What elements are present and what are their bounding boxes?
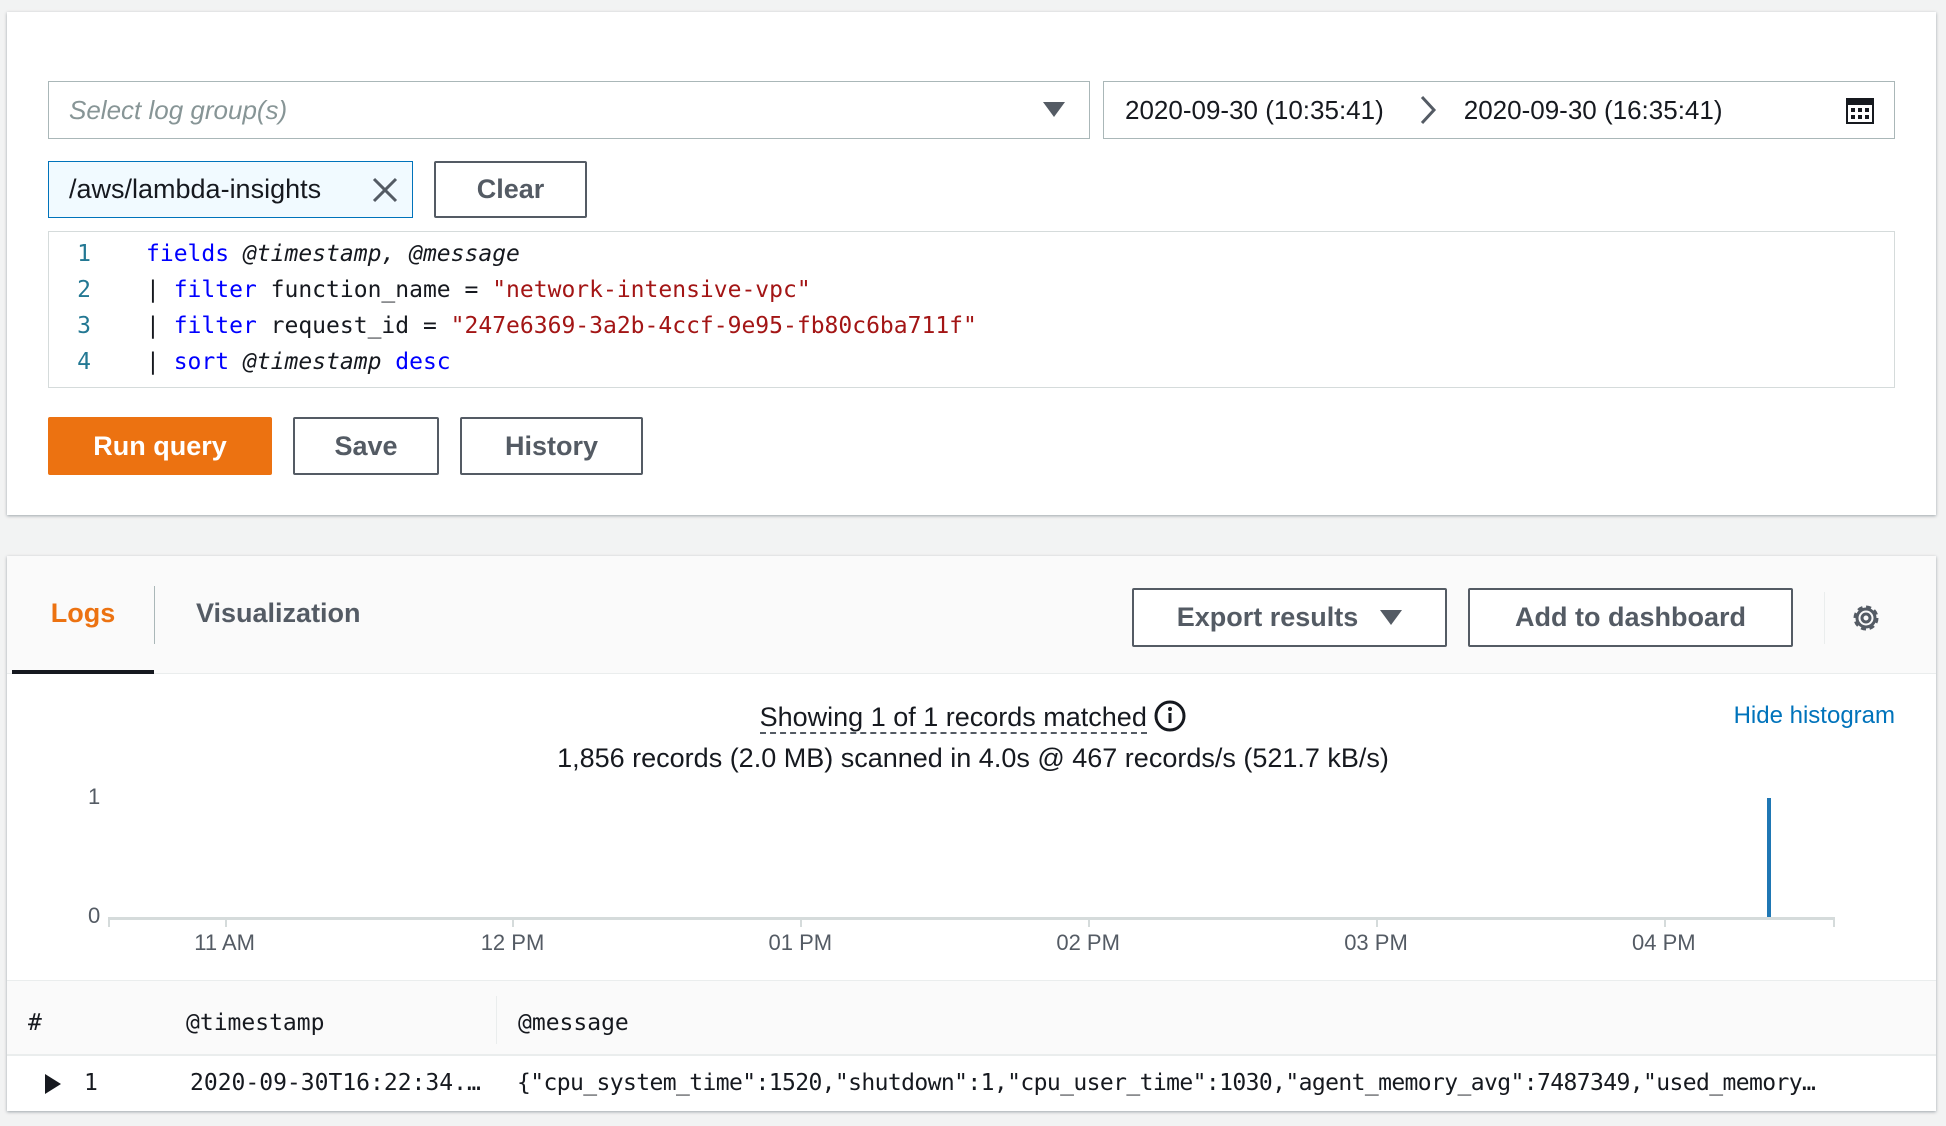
x-tick-label: 11 AM xyxy=(194,930,256,955)
records-matched: Showing 1 of 1 records matched xyxy=(0,700,1946,734)
line-number: 1 xyxy=(77,241,91,267)
chevron-right-icon xyxy=(1420,95,1436,125)
line-number: 2 xyxy=(77,277,91,303)
x-tick-label: 04 PM xyxy=(1632,930,1696,955)
axis-tick xyxy=(1663,917,1666,927)
date-end: 2020-09-30 (16:35:41) xyxy=(1463,94,1723,125)
row-timestamp: 2020-09-30T16:22:34.… xyxy=(190,1070,481,1096)
axis-tick xyxy=(1088,917,1091,927)
axis-tick xyxy=(1375,917,1378,927)
x-tick-label: 03 PM xyxy=(1344,930,1408,955)
gear-icon[interactable] xyxy=(1849,601,1883,635)
query-line: 5| limit 20 xyxy=(49,380,284,387)
close-icon[interactable] xyxy=(372,177,398,203)
tab-visualization[interactable]: Visualization xyxy=(196,598,361,629)
query-line: 4 | sort @timestamp desc xyxy=(49,344,451,380)
x-tick-label: 12 PM xyxy=(480,930,545,955)
line-number: 5 xyxy=(49,385,119,387)
query-editor[interactable]: 1 fields @timestamp, @message 2 | filter fu… xyxy=(48,231,1895,388)
query-line: 2 | filter function_name = "network-inten… xyxy=(49,272,811,308)
column-header-timestamp[interactable]: @timestamp xyxy=(186,1010,324,1036)
expand-icon[interactable] xyxy=(44,1073,62,1095)
query-line: 3 | filter request_id = "247e6369-3a2b-4c… xyxy=(49,308,977,344)
row-index: 1 xyxy=(84,1070,98,1096)
calendar-icon[interactable] xyxy=(1846,98,1874,124)
date-start: 2020-09-30 (10:35:41) xyxy=(1125,94,1384,125)
axis-tick xyxy=(1833,917,1835,927)
add-to-dashboard-button[interactable]: Add to dashboard xyxy=(1468,588,1793,647)
hide-histogram-link[interactable]: Hide histogram xyxy=(1734,702,1895,730)
query-line: 1 fields @timestamp, @message xyxy=(49,236,520,272)
x-axis xyxy=(108,917,1835,920)
log-group-token: /aws/lambda-insights xyxy=(48,161,413,218)
caret-down-icon xyxy=(1043,102,1065,117)
history-button[interactable]: History xyxy=(460,417,643,475)
clear-button[interactable]: Clear xyxy=(434,161,587,218)
tab-divider xyxy=(154,586,155,644)
divider xyxy=(1824,592,1825,644)
column-header-message[interactable]: @message xyxy=(518,1010,629,1036)
row-message: {"cpu_system_time":1520,"shutdown":1,"cp… xyxy=(517,1070,1816,1096)
date-range-picker[interactable]: 2020-09-30 (10:35:41) 2020-09-30 (16:35:… xyxy=(1103,81,1895,139)
save-button[interactable]: Save xyxy=(293,417,439,475)
axis-tick xyxy=(108,917,110,927)
run-query-button[interactable]: Run query xyxy=(48,417,272,475)
line-number: 3 xyxy=(77,313,91,339)
x-tick-label: 01 PM xyxy=(768,930,833,955)
tab-logs[interactable]: Logs xyxy=(12,556,154,674)
log-group-select[interactable]: Select log group(s) xyxy=(48,81,1090,139)
scan-stats: 1,856 records (2.0 MB) scanned in 4.0s @… xyxy=(557,743,1389,773)
axis-tick xyxy=(800,917,803,927)
info-icon[interactable] xyxy=(1154,700,1186,732)
column-divider xyxy=(496,996,497,1044)
histogram-bar xyxy=(1767,798,1772,917)
axis-tick xyxy=(224,917,227,927)
caret-down-icon xyxy=(1380,610,1403,625)
x-tick-label: 02 PM xyxy=(1056,930,1120,955)
export-results-button[interactable]: Export results xyxy=(1132,588,1447,647)
axis-tick xyxy=(512,917,515,927)
line-number: 4 xyxy=(77,349,91,375)
table-row[interactable]: 1 2020-09-30T16:22:34.… {"cpu_system_tim… xyxy=(7,1057,1936,1111)
y-tick-label: 0 xyxy=(88,903,101,928)
column-header-index: # xyxy=(28,1010,42,1036)
y-tick-label: 1 xyxy=(88,784,101,809)
